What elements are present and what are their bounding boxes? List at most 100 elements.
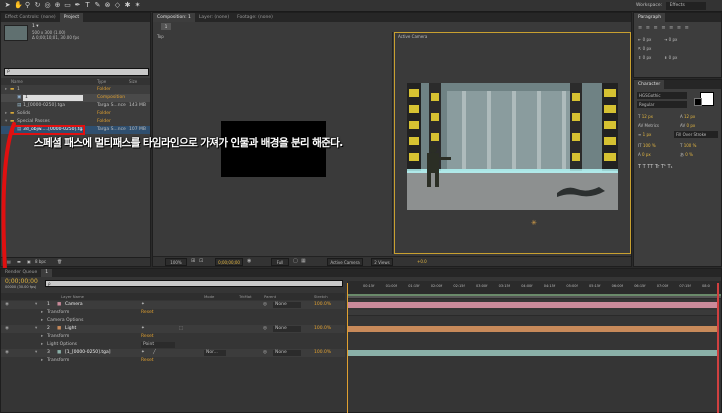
- space-after[interactable]: ⇟ 0 px: [664, 55, 677, 60]
- tracking-field[interactable]: AV 0 px: [680, 123, 695, 128]
- col-name[interactable]: Name: [11, 78, 23, 85]
- tsume-field[interactable]: あ 0 %: [680, 152, 693, 158]
- camera-layer-bar[interactable]: [347, 302, 719, 308]
- paragraph-panel: Paragraph ≡ ≡ ≡ ≡ ≡ ≡ ≡ ⇤ 0 px ⇥ 0 px ⇱ …: [633, 12, 722, 78]
- comp-timecode[interactable]: 0;00;00;00: [215, 258, 243, 266]
- project-row-comp-1[interactable]: ▣ 1 Composition: [1, 94, 150, 102]
- brush-tool-icon[interactable]: ✎: [94, 2, 101, 9]
- timeline-timecode[interactable]: 0;00;00;00: [5, 278, 38, 285]
- shy-icon: ✦: [141, 326, 145, 331]
- selection-tool-icon[interactable]: ➤: [4, 2, 11, 9]
- tab-render-queue[interactable]: Render Queue: [1, 269, 41, 277]
- delete-icon[interactable]: 🗑: [57, 259, 62, 264]
- current-time-indicator[interactable]: [347, 283, 348, 413]
- tab-footage[interactable]: Footage: (none): [233, 13, 277, 22]
- comp-breadcrumb[interactable]: 1: [161, 23, 171, 30]
- layer-row-footage[interactable]: ◉ ▾ 3 ■ [1_[0000-0250].tga] ✦ ╱ Nor... ◎…: [1, 349, 345, 357]
- safe-zones-icon[interactable]: ⊞: [191, 258, 195, 264]
- eye-icon[interactable]: ◉: [5, 349, 9, 357]
- layer-row-light[interactable]: ◉ ▾ 2 ■ Light ✦ ⬚ ◎ None 100.0%: [1, 325, 345, 333]
- indent-left[interactable]: ⇤ 0 px: [638, 37, 651, 42]
- horizontal-scale-field[interactable]: T 100 %: [680, 143, 696, 148]
- camera-dropdown[interactable]: Active Camera: [327, 258, 363, 266]
- ruler-tick-label: 08:0: [702, 284, 710, 288]
- workspace-value: Effects: [665, 2, 706, 10]
- layer-sub-transform-2[interactable]: ▸ Transform Reset: [1, 333, 345, 341]
- ruler-tick-label: 06:00f: [611, 284, 623, 288]
- workspace-selector[interactable]: Workspace: Effects: [636, 2, 720, 10]
- mask-tool-icon[interactable]: ▭: [64, 2, 71, 9]
- puppet-tool-icon[interactable]: ✶: [134, 2, 141, 9]
- kerning-field[interactable]: AV Metrics: [638, 123, 659, 128]
- eye-icon[interactable]: ◉: [5, 301, 9, 309]
- eye-icon[interactable]: ◉: [5, 325, 9, 333]
- layer-sub-transform-3[interactable]: ▸ Transform Reset: [1, 357, 345, 365]
- vertical-scale-field[interactable]: IT 100 %: [638, 143, 656, 148]
- hand-tool-icon[interactable]: ✋: [14, 2, 23, 9]
- pan-behind-tool-icon[interactable]: ⊕: [54, 2, 61, 9]
- exposure-value[interactable]: +0.0: [417, 259, 427, 264]
- col-size[interactable]: Size: [129, 78, 137, 85]
- baseline-shift-field[interactable]: A 0 px: [638, 152, 651, 157]
- type-tool-icon[interactable]: T: [84, 2, 91, 9]
- active-camera-view[interactable]: Active Camera ✳: [394, 32, 631, 254]
- comp-view-controls: 100% ⊞ ⊡ 0;00;00;00 ◉ Full ▢ ▦ Active Ca…: [153, 256, 631, 266]
- fill-color-swatch[interactable]: [700, 92, 714, 106]
- tab-paragraph[interactable]: Paragraph: [634, 13, 666, 22]
- align-buttons[interactable]: ≡ ≡ ≡ ≡ ≡ ≡ ≡: [638, 25, 690, 31]
- timeline-search-input[interactable]: ρ: [45, 280, 343, 287]
- layer-sub-transform[interactable]: ▸ Transform Reset: [1, 309, 345, 317]
- project-search-input[interactable]: ρ: [4, 68, 149, 76]
- tab-timeline-comp[interactable]: 1: [41, 269, 53, 277]
- pen-tool-icon[interactable]: ✒: [74, 2, 81, 9]
- snapshot-icon[interactable]: ◉: [247, 258, 251, 264]
- rotate-tool-icon[interactable]: ↻: [34, 2, 41, 9]
- leading-field[interactable]: A 12 px: [680, 114, 695, 119]
- font-size-field[interactable]: T 12 px: [638, 114, 653, 119]
- transparency-grid-icon[interactable]: ▦: [301, 258, 306, 264]
- quality-icon: ╱: [153, 350, 156, 355]
- region-of-interest-icon[interactable]: ▢: [293, 258, 298, 264]
- tab-project[interactable]: Project: [59, 13, 84, 22]
- ruler-tick-label: 01:15f: [408, 284, 420, 288]
- zoom-dropdown[interactable]: 100%: [165, 258, 187, 266]
- mask-visibility-icon[interactable]: ⊡: [199, 258, 203, 264]
- camera-tool-icon[interactable]: ◎: [44, 2, 51, 9]
- stroke-width-field[interactable]: ≡ 1 px: [638, 132, 651, 137]
- space-before[interactable]: ⇞ 0 px: [638, 55, 651, 60]
- roto-tool-icon[interactable]: ✱: [124, 2, 131, 9]
- col-type[interactable]: Type: [97, 78, 106, 85]
- stroke-color-swatch[interactable]: [694, 98, 702, 106]
- comp-thumbnail: [4, 25, 28, 41]
- stroke-order-dropdown[interactable]: Fill Over Stroke: [674, 131, 718, 138]
- resolution-dropdown[interactable]: Full: [271, 258, 289, 266]
- light-layer-bar[interactable]: [347, 326, 719, 332]
- tab-composition[interactable]: Composition: 1: [153, 13, 195, 22]
- scene-image: [407, 83, 618, 210]
- project-row-footage[interactable]: ▤ 1_[0000-0250].tga Targa S...nce 143 MB: [1, 102, 150, 110]
- zoom-tool-icon[interactable]: ⚲: [24, 2, 31, 9]
- font-family-dropdown[interactable]: HGSGothic: [637, 92, 687, 99]
- layer-sub-camera-options[interactable]: ▸ Camera Options: [1, 317, 345, 325]
- project-row-solids[interactable]: ▸ ▬ Solids Folder: [1, 110, 150, 118]
- playhead-end-marker[interactable]: [717, 283, 719, 413]
- tab-character[interactable]: Character: [634, 80, 665, 89]
- ruler-tick-label: 04:15f: [543, 284, 556, 288]
- clone-tool-icon[interactable]: ⊗: [104, 2, 111, 9]
- indent-right[interactable]: ⇥ 0 px: [664, 37, 677, 42]
- 3d-layer-icon: ⬚: [179, 326, 184, 331]
- layer-row-camera[interactable]: ◉ ▾ 1 ■ Camera ✦ ◎ None 100.0%: [1, 301, 345, 309]
- indent-first[interactable]: ⇱ 0 px: [638, 46, 651, 51]
- footage-layer-bar[interactable]: [347, 350, 719, 356]
- eraser-tool-icon[interactable]: ◇: [114, 2, 121, 9]
- layer-name-light: Light: [65, 326, 77, 331]
- project-row-folder-1[interactable]: ▸ ▬ 1 Folder: [1, 86, 150, 94]
- font-style-dropdown[interactable]: Regular: [637, 101, 687, 108]
- project-columns-header: Name Type Size: [1, 78, 150, 85]
- tab-effect-controls[interactable]: Effect Controls: (none): [1, 13, 60, 22]
- text-style-buttons[interactable]: T T TT Tr T¹ T₁: [638, 164, 673, 170]
- time-ruler[interactable]: 00:15f 01:00f 01:15f 02:00f 02:15f 03:00f 03:1…: [347, 281, 721, 299]
- tab-layer[interactable]: Layer: (none): [195, 13, 233, 22]
- layer-sub-light-options[interactable]: ▸ Light Options Point: [1, 341, 345, 349]
- views-dropdown[interactable]: 2 Views: [371, 258, 393, 266]
